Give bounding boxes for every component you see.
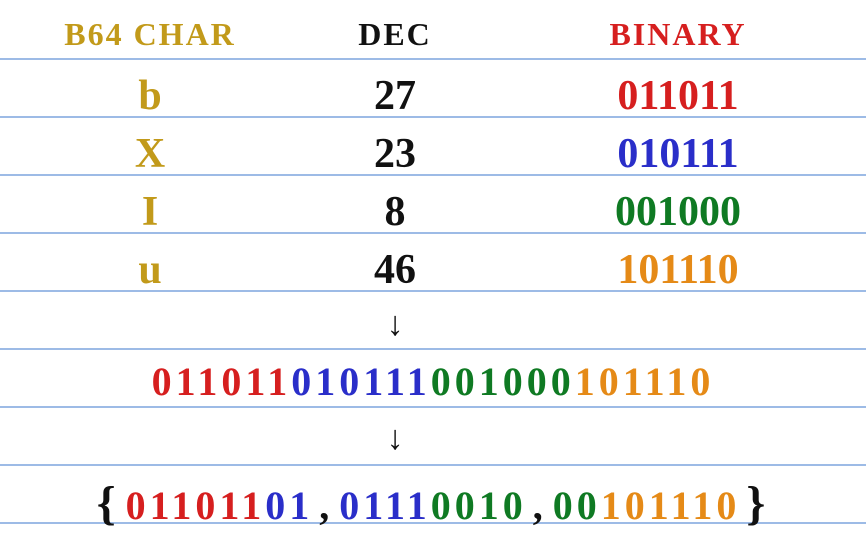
byte-seg: 00	[553, 482, 601, 529]
bits-seg: 101110	[575, 358, 715, 405]
cell-bin: 011011	[490, 72, 866, 120]
byte-seg: 011011	[126, 482, 266, 529]
brace-open: {	[97, 476, 120, 531]
separator: ,	[533, 482, 547, 529]
table-row: X 23 010111	[0, 130, 866, 178]
table-row: u 46 101110	[0, 246, 866, 294]
bits-seg: 010111	[291, 358, 431, 405]
arrow-down: ↓	[0, 420, 866, 458]
cell-dec: 27	[300, 72, 490, 120]
byte-seg: 0111	[339, 482, 431, 529]
header-dec: DEC	[300, 16, 490, 53]
cell-dec: 23	[300, 130, 490, 178]
cell-char: u	[0, 246, 300, 294]
table-row: I 8 001000	[0, 188, 866, 236]
bits-seg: 011011	[152, 358, 292, 405]
concatenated-bits: 011011010111001000101110	[0, 358, 866, 405]
byte-seg: 0010	[431, 482, 527, 529]
separator: ,	[319, 482, 333, 529]
arrow-icon: ↓	[300, 306, 490, 344]
cell-char: I	[0, 188, 300, 236]
table-row: b 27 011011	[0, 72, 866, 120]
arrow-icon: ↓	[300, 420, 490, 458]
cell-dec: 8	[300, 188, 490, 236]
cell-bin: 101110	[490, 246, 866, 294]
cell-char: b	[0, 72, 300, 120]
byte-seg: 01	[265, 482, 313, 529]
header-row: B64 CHAR DEC BINARY	[0, 16, 866, 53]
byte-seg: 101110	[601, 482, 741, 529]
bits-seg: 001000	[431, 358, 575, 405]
bytes-row: { 01101101 , 01110010 , 00101110 }	[0, 476, 866, 531]
arrow-down: ↓	[0, 306, 866, 344]
header-char: B64 CHAR	[0, 16, 300, 53]
cell-dec: 46	[300, 246, 490, 294]
brace-close: }	[746, 476, 769, 531]
cell-bin: 001000	[490, 188, 866, 236]
cell-bin: 010111	[490, 130, 866, 178]
cell-char: X	[0, 130, 300, 178]
header-bin: BINARY	[490, 16, 866, 53]
